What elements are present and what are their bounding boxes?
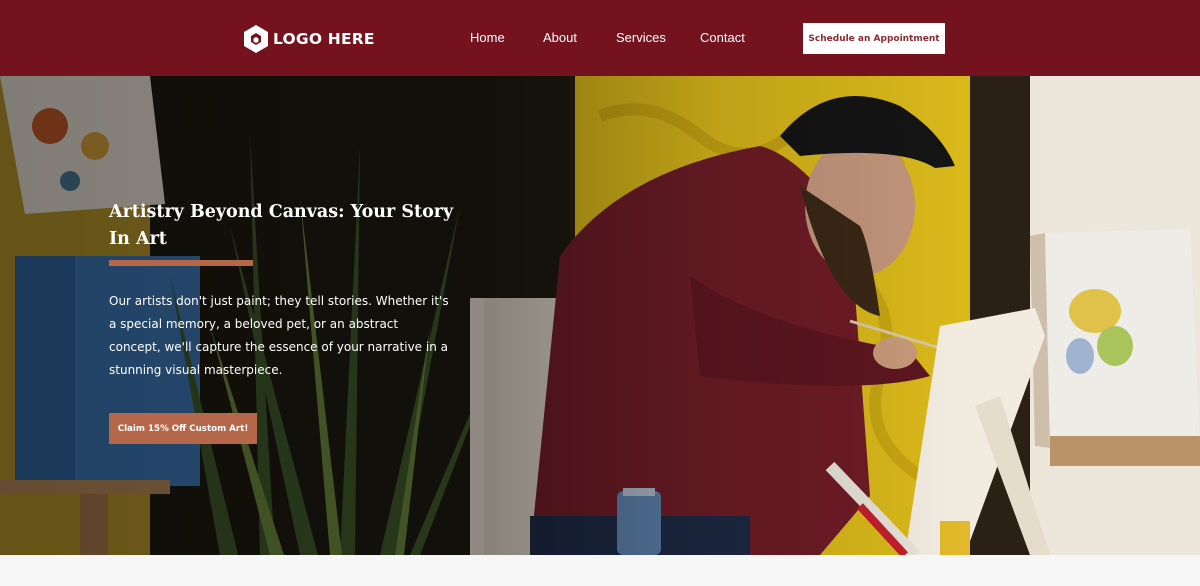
- schedule-appointment-button[interactable]: Schedule an Appointment: [803, 23, 945, 54]
- nav-contact[interactable]: Contact: [700, 30, 745, 45]
- logo[interactable]: LOGO HERE: [242, 24, 375, 54]
- nav-home[interactable]: Home: [470, 30, 505, 45]
- hexagon-logo-icon: [244, 25, 268, 53]
- logo-text: LOGO HERE: [273, 30, 375, 48]
- hero-description: Our artists don't just paint; they tell …: [109, 294, 449, 377]
- next-section: [0, 555, 1200, 586]
- nav-about[interactable]: About: [543, 30, 577, 45]
- nav-services[interactable]: Services: [616, 30, 666, 45]
- site-header: LOGO HERE Home About Services Contact Sc…: [0, 0, 1200, 76]
- claim-discount-button[interactable]: Claim 15% Off Custom Art!: [109, 413, 257, 444]
- hero-title: Artistry Beyond Canvas: Your Story In Ar…: [109, 202, 454, 249]
- hero-section: Artistry Beyond Canvas: Your Story In Ar…: [0, 76, 1200, 555]
- title-divider: [109, 260, 253, 266]
